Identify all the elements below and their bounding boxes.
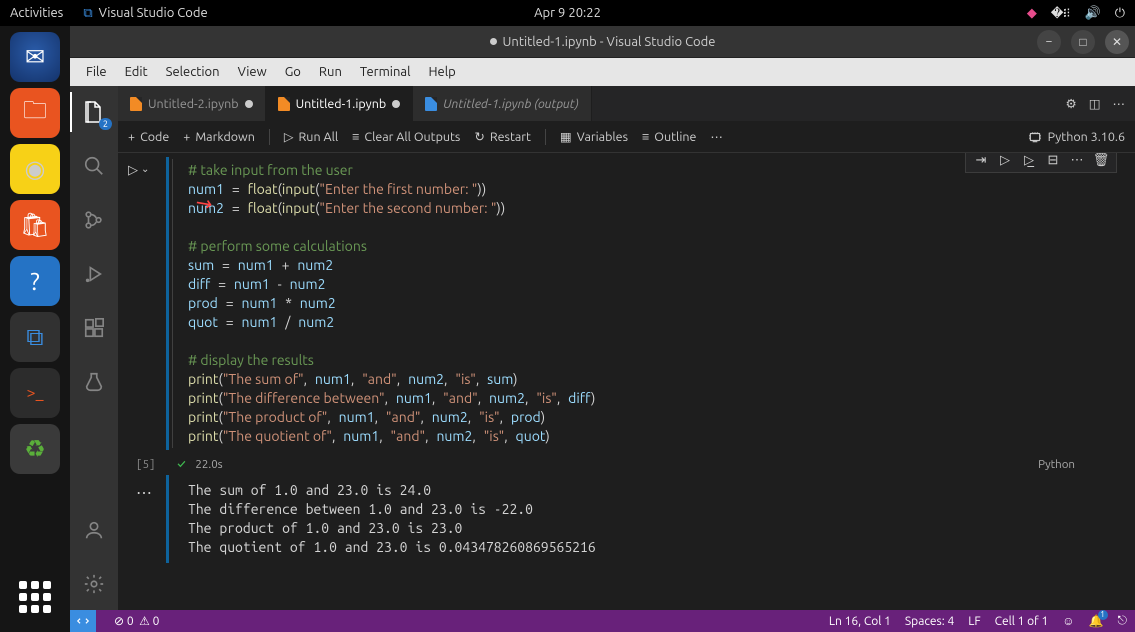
add-code-cell[interactable]: + Code bbox=[128, 130, 169, 144]
dock-trash[interactable]: ♻ bbox=[10, 424, 60, 474]
ubuntu-dock: ✉ 🗀 ◉ 🛍 ? ⧉ >_ ♻ bbox=[0, 26, 70, 632]
activities[interactable]: Activities bbox=[10, 6, 63, 20]
run-debug-view[interactable] bbox=[70, 258, 118, 290]
vscode-window: Untitled-1.ipynb - Visual Studio Code − … bbox=[70, 26, 1135, 632]
execution-status: [5] ✓ 22.0s Python bbox=[118, 454, 1135, 475]
menu-selection[interactable]: Selection bbox=[158, 63, 228, 81]
menu-terminal[interactable]: Terminal bbox=[352, 63, 419, 81]
dock-rhythmbox[interactable]: ◉ bbox=[10, 144, 60, 194]
eol[interactable]: LF bbox=[968, 615, 980, 628]
accounts[interactable] bbox=[70, 514, 118, 546]
notebook-toolbar: + Code + Markdown ▷ Run All ≡ Clear All … bbox=[118, 121, 1135, 153]
current-app[interactable]: ⧉Visual Studio Code bbox=[83, 6, 207, 21]
output-cell: ⋯ The sum of 1.0 and 23.0 is 24.0 The di… bbox=[118, 475, 1135, 563]
explorer-badge: 2 bbox=[99, 118, 112, 130]
statusbar: ⊘ 0 ⚠ 0 Ln 16, Col 1 Spaces: 4 LF Cell 1… bbox=[70, 610, 1135, 632]
source-control-view[interactable] bbox=[70, 204, 118, 236]
cell-toolbar: ⇥ ▷ ▷̲ ⊟ ⋯ 🗑 bbox=[965, 153, 1117, 173]
dirty-indicator-icon bbox=[392, 100, 400, 108]
output-options-icon[interactable]: ⋯ bbox=[136, 483, 152, 502]
menu-help[interactable]: Help bbox=[420, 63, 463, 81]
volume-icon[interactable]: 🔊 bbox=[1085, 6, 1101, 21]
variables[interactable]: ▦ Variables bbox=[560, 129, 628, 144]
cell-focus-indicator bbox=[166, 157, 169, 450]
success-check-icon: ✓ bbox=[177, 458, 185, 471]
tab-untitled2[interactable]: Untitled-2.ipynb bbox=[118, 86, 266, 121]
indentation[interactable]: Spaces: 4 bbox=[905, 615, 954, 628]
settings-gear[interactable] bbox=[70, 568, 118, 600]
split-editor-icon[interactable]: ◫ bbox=[1089, 96, 1101, 111]
search-view[interactable] bbox=[70, 150, 118, 182]
restart-kernel[interactable]: ↻ Restart bbox=[474, 129, 531, 144]
run-cell-button[interactable]: ▷ ⌄ bbox=[128, 163, 149, 178]
menu-run[interactable]: Run bbox=[311, 63, 350, 81]
network-icon[interactable]: �᎒⁝ bbox=[1051, 5, 1071, 22]
feedback-icon[interactable]: ☺ bbox=[1062, 614, 1074, 628]
close-button[interactable]: ✕ bbox=[1105, 30, 1129, 54]
cell-output: The sum of 1.0 and 23.0 is 24.0 The diff… bbox=[188, 481, 1085, 557]
tab-bar: Untitled-2.ipynb Untitled-1.ipynb Untitl… bbox=[118, 86, 1135, 121]
tab-output-preview[interactable]: Untitled-1.ipynb (output) bbox=[413, 86, 592, 121]
dock-files[interactable]: 🗀 bbox=[10, 88, 60, 138]
minimize-button[interactable]: − bbox=[1037, 30, 1061, 54]
menu-edit[interactable]: Edit bbox=[117, 63, 156, 81]
power-icon[interactable]: ⏻ bbox=[1115, 6, 1125, 21]
menu-go[interactable]: Go bbox=[277, 63, 309, 81]
gnome-topbar: Activities ⧉Visual Studio Code Apr 9 20:… bbox=[0, 0, 1135, 26]
more-icon[interactable]: ⋯ bbox=[710, 129, 723, 144]
execute-cell-icon[interactable]: ▷ bbox=[994, 153, 1016, 170]
testing-view[interactable] bbox=[70, 366, 118, 398]
menu-file[interactable]: File bbox=[78, 63, 115, 81]
cell-indicator[interactable]: Cell 1 of 1 bbox=[995, 615, 1049, 628]
prettier-icon[interactable]: ⎋ bbox=[1118, 614, 1128, 628]
dock-terminal[interactable]: >_ bbox=[10, 368, 60, 418]
remote-indicator[interactable] bbox=[70, 610, 96, 632]
extensions-view[interactable] bbox=[70, 312, 118, 344]
explorer-view[interactable]: 2 bbox=[70, 96, 118, 128]
notifications-icon[interactable]: 🔔1 bbox=[1089, 614, 1104, 628]
code-editor[interactable]: # take input from the user num1 = float(… bbox=[188, 161, 1085, 446]
dock-software[interactable]: 🛍 bbox=[10, 200, 60, 250]
maximize-button[interactable]: □ bbox=[1071, 30, 1095, 54]
kernel-picker[interactable]: Python 3.10.6 bbox=[1028, 130, 1125, 144]
run-all[interactable]: ▷ Run All bbox=[284, 129, 338, 144]
exec-time: 22.0s bbox=[195, 458, 222, 471]
cell-more-icon[interactable]: ⋯ bbox=[1066, 153, 1088, 170]
app-indicator-icon[interactable]: ◆ bbox=[1027, 6, 1037, 21]
delete-cell-icon[interactable]: 🗑 bbox=[1090, 153, 1112, 170]
split-cell-icon[interactable]: ⊟ bbox=[1042, 153, 1064, 170]
show-apps[interactable] bbox=[10, 572, 60, 622]
menubar: File Edit Selection View Go Run Terminal… bbox=[70, 58, 1135, 86]
more-actions-icon[interactable]: ⋯ bbox=[1113, 96, 1126, 111]
outline[interactable]: ≡ Outline bbox=[642, 130, 696, 144]
dirty-indicator-icon bbox=[245, 100, 253, 108]
problems[interactable]: ⊘ 0 ⚠ 0 bbox=[114, 614, 159, 628]
clock[interactable]: Apr 9 20:22 bbox=[534, 6, 601, 20]
titlebar: Untitled-1.ipynb - Visual Studio Code − … bbox=[70, 26, 1135, 58]
menu-view[interactable]: View bbox=[230, 63, 275, 81]
cell-language[interactable]: Python bbox=[1038, 458, 1075, 471]
dock-vscode[interactable]: ⧉ bbox=[10, 312, 60, 362]
add-markdown-cell[interactable]: + Markdown bbox=[183, 130, 255, 144]
activity-bar: 2 bbox=[70, 86, 118, 610]
notebook: ⇥ ▷ ▷̲ ⊟ ⋯ 🗑 ▷ ⌄ ↘ # take input from the… bbox=[118, 153, 1135, 610]
dock-help[interactable]: ? bbox=[10, 256, 60, 306]
run-by-line-icon[interactable]: ⇥ bbox=[970, 153, 992, 170]
customize-layout-icon[interactable]: ⚙ bbox=[1065, 96, 1076, 111]
dock-thunderbird[interactable]: ✉ bbox=[10, 32, 60, 82]
clear-outputs[interactable]: ≡ Clear All Outputs bbox=[352, 130, 460, 144]
cursor-position[interactable]: Ln 16, Col 1 bbox=[829, 615, 891, 628]
code-cell[interactable]: ▷ ⌄ ↘ # take input from the user num1 = … bbox=[118, 153, 1135, 454]
tab-untitled1[interactable]: Untitled-1.ipynb bbox=[266, 86, 414, 121]
execute-above-icon[interactable]: ▷̲ bbox=[1018, 153, 1040, 170]
